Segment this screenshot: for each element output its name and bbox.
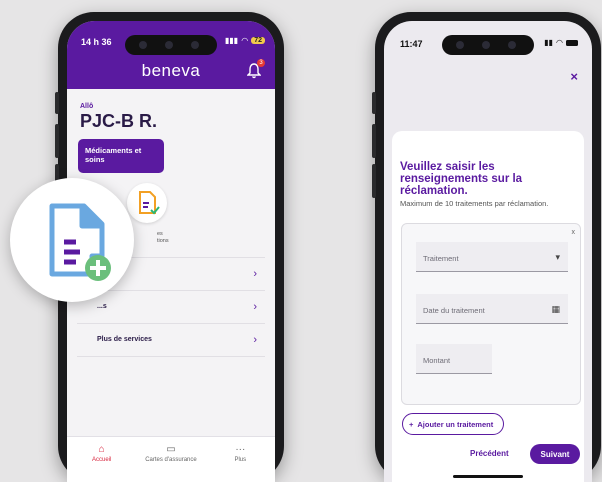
more-icon: ··· [235, 444, 246, 455]
battery-icon [566, 39, 578, 46]
amount-input[interactable]: Montant [416, 344, 492, 374]
divider [77, 356, 265, 357]
chevron-right-icon: › [253, 268, 257, 280]
close-icon[interactable]: × [570, 69, 578, 84]
shortcut-label: es tions [157, 231, 169, 244]
side-button [55, 92, 59, 114]
greeting: Allô [80, 103, 94, 110]
tab-home[interactable]: ⌂ Accueil [72, 443, 132, 463]
signal-icon: ▮▮▮ [225, 36, 239, 45]
chevron-right-icon: › [253, 334, 257, 346]
tab-insurance-cards[interactable]: ▭ Cartes d'assurance [141, 443, 201, 463]
home-icon: ⌂ [98, 444, 105, 455]
previous-button[interactable]: Précédent [470, 449, 509, 458]
status-icons: ▮▮▮ ◠ 72 [225, 36, 265, 45]
dynamic-island [125, 35, 217, 55]
new-document-icon [49, 203, 111, 281]
app-header: 14 h 36 ▮▮▮ ◠ 72 beneva 3 [67, 21, 275, 89]
status-icons: ▮▮ ◠ [544, 38, 578, 47]
treatment-date-input[interactable]: Date du traitement ▦ [416, 294, 568, 324]
user-name: PJC-B R. [80, 111, 158, 131]
volume-down-button [372, 164, 376, 198]
next-button[interactable]: Suivant [530, 444, 580, 464]
treatment-box: x Traitement ▾ Date du traitement ▦ Mont… [401, 223, 581, 405]
remove-treatment-icon[interactable]: x [572, 229, 576, 236]
tab-more[interactable]: ··· Plus [210, 443, 270, 463]
brand-logo: beneva [141, 61, 201, 80]
list-row-more-services[interactable]: Plus de services › [77, 323, 265, 356]
side-button [372, 92, 376, 114]
form-subtitle: Maximum de 10 traitements par réclamatio… [400, 199, 549, 208]
wifi-icon: ◠ [241, 36, 249, 45]
battery-icon: 72 [251, 37, 265, 44]
treatment-select[interactable]: Traitement ▾ [416, 242, 568, 272]
notification-badge: 3 [257, 59, 265, 67]
medications-card[interactable]: Médicaments et soins [78, 139, 164, 173]
wifi-icon: ◠ [556, 38, 563, 47]
new-claim-badge [10, 178, 134, 302]
right-screen: 11:47 ▮▮ ◠ × Veuillez saisir les renseig… [384, 21, 592, 482]
home-indicator [453, 475, 523, 478]
status-time: 11:47 [400, 39, 423, 49]
add-treatment-button[interactable]: + Ajouter un traitement [402, 413, 505, 435]
volume-up-button [372, 124, 376, 158]
form-title: Veuillez saisir les renseignements sur l… [400, 161, 523, 197]
signal-icon: ▮▮ [544, 38, 554, 47]
dynamic-island [442, 35, 534, 55]
calendar-icon: ▦ [551, 304, 560, 314]
plus-icon: + [409, 419, 414, 429]
volume-up-button [55, 124, 59, 158]
tab-bar: ⌂ Accueil ▭ Cartes d'assurance ··· Plus [67, 436, 275, 482]
chevron-right-icon: › [253, 301, 257, 313]
status-time: 14 h 36 [81, 37, 112, 47]
card-icon: ▭ [166, 444, 176, 455]
right-phone: 11:47 ▮▮ ◠ × Veuillez saisir les renseig… [372, 12, 601, 482]
chevron-down-icon: ▾ [555, 252, 560, 262]
